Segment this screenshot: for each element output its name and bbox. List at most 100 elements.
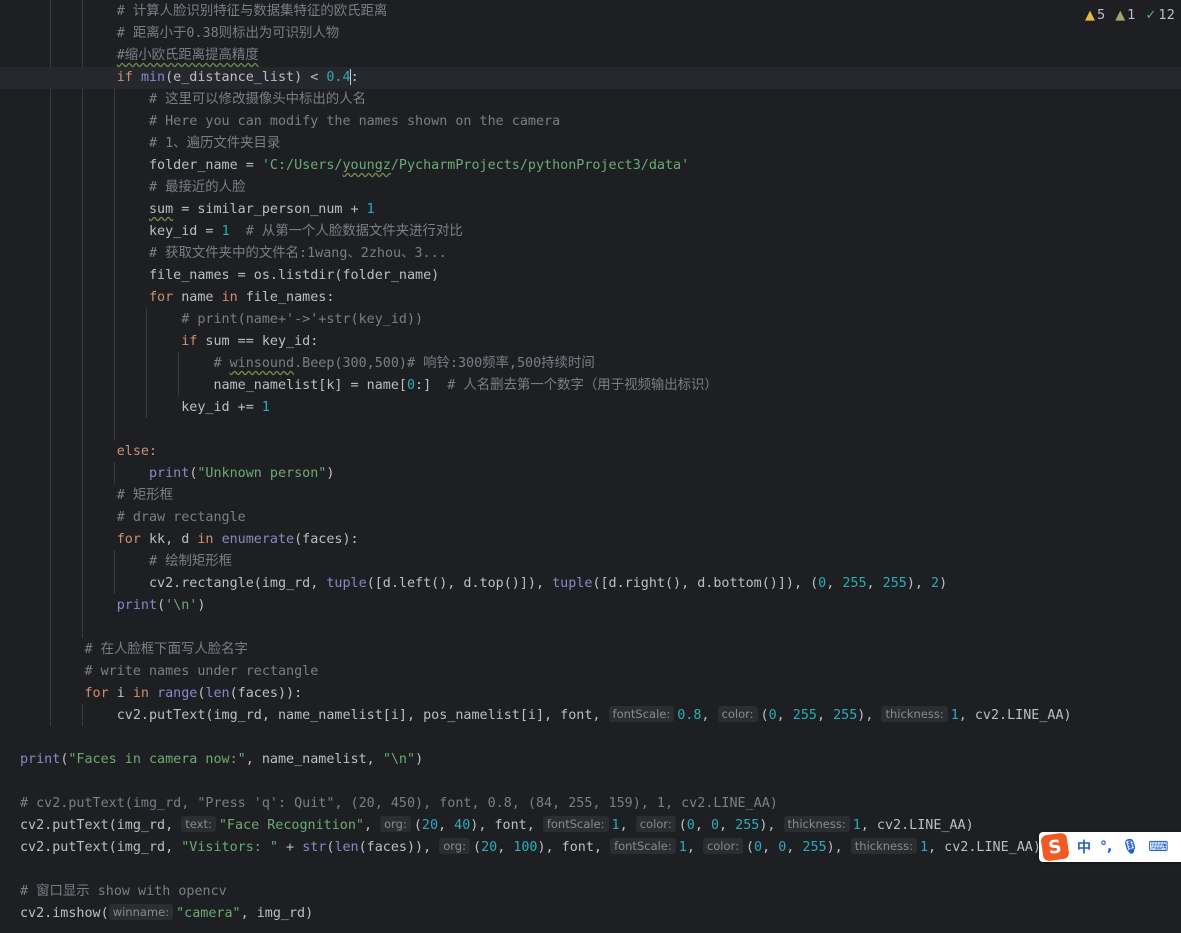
code-text: cv2.rectangle(img_rd, [149,576,327,591]
code-line[interactable]: for name in file_names: [20,287,1180,309]
string: "camera" [176,906,241,921]
builtin: print [116,598,158,613]
code-line[interactable]: file_names = os.listdir(folder_name) [20,265,1180,287]
code-line[interactable]: # 距离小于0.38则标出为可识别人物 [20,23,1180,45]
code-text: , img_rd) [240,906,314,921]
code-line[interactable]: # 绘制矩形框 [20,551,1180,573]
comment: # 1、遍历文件夹目录 [149,136,281,151]
keyword: if [181,334,198,349]
comment: # cv2.putText(img_rd, "Press 'q': Quit",… [20,796,778,811]
param-hint: color: [702,838,743,854]
number: 0 [778,840,787,855]
string: "Faces in camera now:" [68,752,246,767]
code-line[interactable]: # 这里可以修改摄像头中标出的人名 [20,89,1180,111]
code-text: + [278,840,303,855]
param-hint: color: [635,816,676,832]
keyword: in [221,290,238,305]
punctuation-toggle[interactable]: °, [1100,839,1112,855]
code-line[interactable]: # 最接近的人脸 [20,177,1180,199]
keyboard-icon[interactable]: ⌨ [1148,839,1168,855]
code-line[interactable]: # 计算人脸识别特征与数据集特征的欧氏距离 [20,1,1180,23]
code-line[interactable]: # cv2.putText(img_rd, "Press 'q': Quit",… [20,793,1180,815]
microphone-icon[interactable]: 🎙 [1121,839,1139,855]
code-text: cv2.putText(img_rd, name_namelist[i], po… [116,708,609,723]
param-hint: text: [181,816,216,832]
keyword: else: [116,444,158,459]
comment: # 人名删去第一个数字（用于视频输出标识） [431,378,718,393]
code-line[interactable]: for kk, d in enumerate(faces): [20,529,1180,551]
number: 0 [406,378,416,393]
weak-warnings-indicator[interactable]: ▲ 1 [1115,8,1135,23]
code-editor[interactable]: # 计算人脸识别特征与数据集特征的欧氏距离 # 距离小于0.38则标出为可识别人… [0,0,1181,933]
comment: # 绘制矩形框 [149,554,233,569]
param-hint: thickness: [881,706,948,722]
code-line[interactable]: # winsound.Beep(300,500)# 响铃:300频率,500持续… [20,353,1180,375]
chinese-mode-toggle[interactable]: 中 [1077,837,1091,857]
code-line[interactable]: cv2.putText(img_rd, name_namelist[i], po… [20,705,1180,727]
code-text: sum == key_id: [197,334,319,349]
sogou-logo-icon[interactable]: S [1040,832,1070,862]
builtin: print [149,466,190,481]
comment: # 这里可以修改摄像头中标出的人名 [149,92,366,107]
code-line-current[interactable]: if min(e_distance_list) < 0.4: [0,67,1181,89]
code-line[interactable]: print("Unknown person") [20,463,1180,485]
code-line[interactable]: # draw rectangle [20,507,1180,529]
code-text: :] [415,378,432,393]
comment: .Beep(300,500)# 响铃:300频率,500持续时间 [294,356,595,371]
warnings-indicator[interactable]: ▲ 5 [1085,8,1105,23]
code-line[interactable]: cv2.putText(img_rd, text: "Face Recogniti… [20,815,1180,837]
code-line[interactable]: key_id = 1 # 从第一个人脸数据文件夹进行对比 [20,221,1180,243]
builtin: print [20,752,61,767]
code-line[interactable]: for i in range(len(faces)): [20,683,1180,705]
code-line[interactable]: else: [20,441,1180,463]
string: "Visitors: " [181,840,278,855]
code-line[interactable]: folder_name = 'C:/Users/youngz/PycharmPr… [20,155,1180,177]
code-line[interactable]: # 在人脸框下面写人脸名字 [20,639,1180,661]
code-line[interactable]: sum = similar_person_num + 1 [20,199,1180,221]
code-text: file_names = os.listdir(folder_name) [149,268,440,283]
number: 0 [768,708,777,723]
string: '\n' [165,598,198,613]
code-text: i [108,686,133,701]
number: 0 [754,840,763,855]
code-line[interactable]: # 窗口显示 show with opencv [20,881,1180,903]
typo-check-icon: ✓ [1145,7,1157,23]
code-text: , cv2.LINE_AA) [958,708,1072,723]
code-text: , cv2.LINE_AA) [860,818,974,833]
code-line[interactable]: # 矩形框 [20,485,1180,507]
number: 40 [454,818,471,833]
string: /PycharmProjects/pythonProject3/data' [390,158,690,173]
inspections-widget[interactable]: ▲ 5 ▲ 1 ✓ 12 [1085,4,1175,26]
code-line[interactable]: cv2.imshow(winname: "camera", img_rd) [20,903,1180,925]
weak-warnings-count: 1 [1127,7,1136,23]
comment: # 从第一个人脸数据文件夹进行对比 [229,224,463,239]
number: 2 [931,576,940,591]
code-text: file_names: [237,290,335,305]
warning-icon: ▲ [1084,7,1095,23]
ime-toolbar[interactable]: S 中 °, 🎙 ⌨ [1039,832,1181,862]
param-hint: winname: [108,904,174,920]
warnings-count: 5 [1096,7,1106,23]
code-line[interactable]: cv2.rectangle(img_rd, tuple([d.left(), d… [20,573,1180,595]
code-line[interactable]: #缩小欧氏距离提高精度 [20,45,1180,67]
code-line[interactable]: print('\n') [20,595,1180,617]
typos-indicator[interactable]: ✓ 12 [1146,8,1175,23]
code-line[interactable]: # 获取文件夹中的文件名:1wang、2zhou、3... [20,243,1180,265]
comment: # 距离小于0.38则标出为可识别人物 [116,26,340,41]
code-line[interactable]: name_namelist[k] = name[0:] # 人名删去第一个数字（… [20,375,1180,397]
code-text: key_id += [181,400,262,415]
number: 0.8 [677,708,702,723]
code-line[interactable]: cv2.putText(img_rd, "Visitors: " + str(l… [20,837,1180,859]
code-line[interactable]: if sum == key_id: [20,331,1180,353]
number: 0 [710,818,720,833]
builtin: min [140,70,166,85]
code-text: , name_namelist, [245,752,383,767]
code-line[interactable]: key_id += 1 [20,397,1180,419]
code-line[interactable]: # 1、遍历文件夹目录 [20,133,1180,155]
param-hint: org: [439,838,470,854]
code-line[interactable]: print("Faces in camera now:", name_namel… [20,749,1180,771]
code-line[interactable]: # Here you can modify the names shown on… [20,111,1180,133]
code-line[interactable]: # write names under rectangle [20,661,1180,683]
comment: #缩小欧氏距离提高精度 [116,48,259,63]
code-line[interactable]: # print(name+'->'+str(key_id)) [20,309,1180,331]
